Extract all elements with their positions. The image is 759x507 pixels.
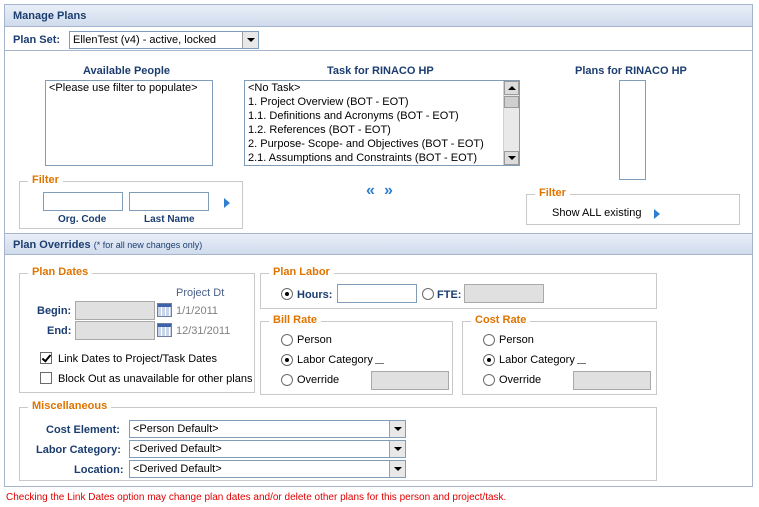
location-label: Location: [74,464,124,476]
plans-filter-legend: Filter [535,187,570,199]
chevron-down-icon[interactable] [389,421,405,437]
plan-overrides-header: Plan Overrides (* for all new changes on… [5,233,752,255]
plan-labor-group: Plan Labor Hours: FTE: [260,266,657,309]
hours-label[interactable]: Hours: [297,289,332,301]
list-item[interactable]: <No Task> [245,81,519,95]
calendar-icon[interactable] [157,303,172,317]
project-dt-label: Project Dt [176,287,225,299]
chevron-down-icon[interactable] [389,461,405,477]
dash-icon [577,363,586,364]
fte-label[interactable]: FTE: [437,289,461,301]
miscellaneous-legend: Miscellaneous [28,400,112,412]
org-code-label: Org. Code [58,214,107,225]
plan-dates-legend: Plan Dates [28,266,93,278]
hours-input[interactable] [337,284,417,303]
dash-icon [375,363,384,364]
project-end-date: 12/31/2011 [176,325,231,337]
list-item[interactable]: 1.1. Definitions and Acronyms (BOT - EOT… [245,109,519,123]
end-label: End: [47,325,72,337]
scroll-up-icon[interactable] [504,81,519,95]
block-out-label[interactable]: Block Out as unavailable for other plans [58,373,252,385]
scroll-down-icon[interactable] [504,151,519,165]
location-value: <Derived Default> [133,463,222,475]
cost-rate-person-label[interactable]: Person [499,334,534,346]
bill-rate-person-label[interactable]: Person [297,334,332,346]
move-right-icon[interactable]: » [384,183,393,199]
available-people-list[interactable]: <Please use filter to populate> [45,80,213,166]
cost-rate-group: Cost Rate Person Labor Category Override [462,314,657,395]
plans-list-heading: Plans for RINACO HP [575,65,687,77]
cost-element-value: <Person Default> [133,423,219,435]
list-item[interactable]: <Please use filter to populate> [46,81,212,95]
bill-rate-labor-category-radio[interactable] [281,354,293,366]
plan-set-label: Plan Set: [13,34,61,46]
cost-element-select[interactable]: <Person Default> [129,420,406,438]
apply-filter-arrow-icon[interactable] [224,198,230,208]
plan-set-select[interactable]: EllenTest (v4) - active, locked [69,31,259,49]
link-dates-warning: Checking the Link Dates option may chang… [6,492,507,503]
fte-input[interactable] [464,284,544,303]
end-date-input[interactable] [75,321,155,340]
last-name-label: Last Name [144,214,195,225]
task-list-heading: Task for RINACO HP [327,65,434,77]
list-item[interactable]: 2. Purpose- Scope- and Objectives (BOT -… [245,137,519,151]
fte-radio[interactable] [422,288,434,300]
manage-plans-title: Manage Plans [13,10,87,22]
available-people-heading: Available People [83,65,171,77]
plans-filter-group: Filter Show ALL existing [526,187,740,225]
plan-set-row: Plan Set: EllenTest (v4) - active, locke… [5,28,752,51]
bill-rate-override-label[interactable]: Override [297,374,339,386]
labor-category-label: Labor Category: [36,444,121,456]
cost-rate-override-input[interactable] [573,371,651,390]
people-filter-legend: Filter [28,174,63,186]
location-select[interactable]: <Derived Default> [129,460,406,478]
scroll-thumb[interactable] [504,96,519,108]
bill-rate-override-input[interactable] [371,371,449,390]
cost-rate-person-radio[interactable] [483,334,495,346]
begin-label: Begin: [37,305,72,317]
show-all-existing-label[interactable]: Show ALL existing [552,207,641,219]
move-left-icon[interactable]: « [366,183,375,199]
list-item[interactable]: 1.2. References (BOT - EOT) [245,123,519,137]
org-code-input[interactable] [43,192,123,211]
list-item[interactable]: 1. Project Overview (BOT - EOT) [245,95,519,109]
begin-date-input[interactable] [75,301,155,320]
link-dates-label[interactable]: Link Dates to Project/Task Dates [58,353,217,365]
plans-list[interactable] [619,80,646,180]
cost-rate-legend: Cost Rate [471,314,531,326]
block-out-checkbox[interactable] [40,372,52,384]
bill-rate-labor-category-label[interactable]: Labor Category [297,354,373,366]
plan-overrides-note: (* for all new changes only) [93,240,203,250]
show-all-arrow-icon[interactable] [654,209,660,219]
chevron-down-icon[interactable] [389,441,405,457]
last-name-input[interactable] [129,192,209,211]
chevron-down-icon[interactable] [242,32,258,48]
bill-rate-group: Bill Rate Person Labor Category Override [260,314,453,395]
labor-category-select[interactable]: <Derived Default> [129,440,406,458]
plan-labor-legend: Plan Labor [269,266,334,278]
task-list-scrollbar[interactable] [503,81,519,165]
plan-overrides-title: Plan Overrides [13,239,91,251]
people-filter-group: Filter Org. Code Last Name [19,174,243,229]
bill-rate-override-radio[interactable] [281,374,293,386]
cost-rate-override-radio[interactable] [483,374,495,386]
list-item[interactable]: 2.1. Assumptions and Constraints (BOT - … [245,151,519,165]
cost-rate-labor-category-radio[interactable] [483,354,495,366]
labor-category-value: <Derived Default> [133,443,222,455]
calendar-icon[interactable] [157,323,172,337]
plan-set-value: EllenTest (v4) - active, locked [73,34,217,46]
manage-plans-panel: Manage Plans Plan Set: EllenTest (v4) - … [4,4,753,487]
task-list[interactable]: <No Task> 1. Project Overview (BOT - EOT… [244,80,520,166]
bill-rate-person-radio[interactable] [281,334,293,346]
manage-plans-header: Manage Plans [5,5,752,27]
link-dates-checkbox[interactable] [40,352,52,364]
cost-rate-override-label[interactable]: Override [499,374,541,386]
project-begin-date: 1/1/2011 [176,305,219,317]
plan-dates-group: Plan Dates Project Dt Begin: 1/1/2011 En… [19,266,255,393]
hours-radio[interactable] [281,288,293,300]
cost-rate-labor-category-label[interactable]: Labor Category [499,354,575,366]
bill-rate-legend: Bill Rate [269,314,322,326]
cost-element-label: Cost Element: [46,424,120,436]
miscellaneous-group: Miscellaneous Cost Element: <Person Defa… [19,400,657,481]
